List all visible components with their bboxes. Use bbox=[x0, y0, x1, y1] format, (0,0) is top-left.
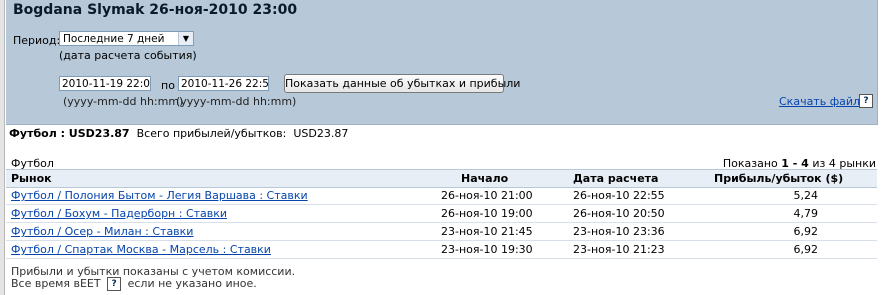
download-file-link[interactable]: Скачать файл bbox=[779, 95, 860, 108]
period-hint: (дата расчета события) bbox=[59, 49, 197, 62]
to-label: по bbox=[161, 79, 175, 92]
to-format-hint: (yyyy-mm-dd hh:mm) bbox=[176, 95, 297, 108]
timezone-note-text: Все время вЕЕТ bbox=[11, 277, 101, 290]
table-row: Футбол / Полония Бытом - Легия Варшава :… bbox=[6, 187, 877, 205]
start-time: 26-ноя-10 19:00 bbox=[441, 207, 533, 220]
show-pl-button[interactable]: Показать данные об убытках и прибыли bbox=[284, 74, 520, 93]
settle-time: 23-ноя-10 23:36 bbox=[573, 225, 665, 238]
market-link[interactable]: Футбол / Спартак Москва - Марсель : Став… bbox=[11, 243, 271, 256]
market-link[interactable]: Футбол / Бохум - Падерборн : Ставки bbox=[11, 207, 227, 220]
start-time: 26-ноя-10 21:00 bbox=[441, 189, 533, 202]
period-select[interactable]: Последние 7 дней ▼ bbox=[59, 31, 194, 46]
settle-time: 26-ноя-10 22:55 bbox=[573, 189, 665, 202]
start-time: 23-ноя-10 21:45 bbox=[441, 225, 533, 238]
profit-loss-value: 4,79 bbox=[793, 207, 819, 220]
table-row: Футбол / Бохум - Падерборн : Ставки 26-н… bbox=[6, 205, 877, 223]
column-market[interactable]: Рынок bbox=[11, 172, 52, 185]
from-date-input[interactable]: 2010-11-19 22:00 bbox=[59, 76, 151, 91]
period-label: Период: bbox=[13, 34, 61, 47]
filter-panel: Bogdana Slymak 26-ноя-2010 23:00 Период:… bbox=[6, 0, 878, 125]
chevron-down-icon[interactable]: ▼ bbox=[178, 32, 193, 45]
market-link[interactable]: Футбол / Полония Бытом - Легия Варшава :… bbox=[11, 189, 308, 202]
sport-total: Футбол : USD23.87 bbox=[9, 127, 130, 140]
table-header: Рынок Начало Дата расчета Прибыль/убыток… bbox=[6, 169, 877, 188]
profit-loss-value: 6,92 bbox=[793, 225, 819, 238]
page-title: Bogdana Slymak 26-ноя-2010 23:00 bbox=[13, 2, 298, 18]
start-time: 23-ноя-10 19:30 bbox=[441, 243, 533, 256]
column-start[interactable]: Начало bbox=[461, 172, 508, 185]
period-select-value: Последние 7 дней bbox=[63, 33, 165, 45]
timezone-note-suffix: если не указано иное. bbox=[127, 277, 257, 290]
market-link[interactable]: Футбол / Осер - Милан : Ставки bbox=[11, 225, 193, 238]
table-row: Футбол / Осер - Милан : Ставки 23-ноя-10… bbox=[6, 223, 877, 241]
settle-time: 26-ноя-10 20:50 bbox=[573, 207, 665, 220]
profit-loss-value: 6,92 bbox=[793, 243, 819, 256]
profit-loss-value: 5,24 bbox=[793, 189, 819, 202]
help-icon[interactable]: ? bbox=[859, 94, 873, 108]
column-profit-loss[interactable]: Прибыль/убыток ($) bbox=[714, 172, 843, 185]
to-date-input[interactable]: 2010-11-26 22:59 bbox=[178, 76, 269, 91]
column-settled[interactable]: Дата расчета bbox=[573, 172, 658, 185]
summary-line: Футбол : USD23.87 Всего прибылей/убытков… bbox=[9, 127, 348, 140]
left-edge bbox=[0, 0, 5, 295]
from-format-hint: (yyyy-mm-dd hh:mm) bbox=[63, 95, 184, 108]
total-label: Всего прибылей/убытков: bbox=[136, 127, 287, 140]
help-icon[interactable]: ? bbox=[107, 277, 122, 291]
total-value: USD23.87 bbox=[293, 127, 349, 140]
table-row: Футбол / Спартак Москва - Марсель : Став… bbox=[6, 241, 877, 259]
settle-time: 23-ноя-10 21:23 bbox=[573, 243, 665, 256]
timezone-note: Все время вЕЕТ ? если не указано иное. bbox=[11, 277, 257, 291]
